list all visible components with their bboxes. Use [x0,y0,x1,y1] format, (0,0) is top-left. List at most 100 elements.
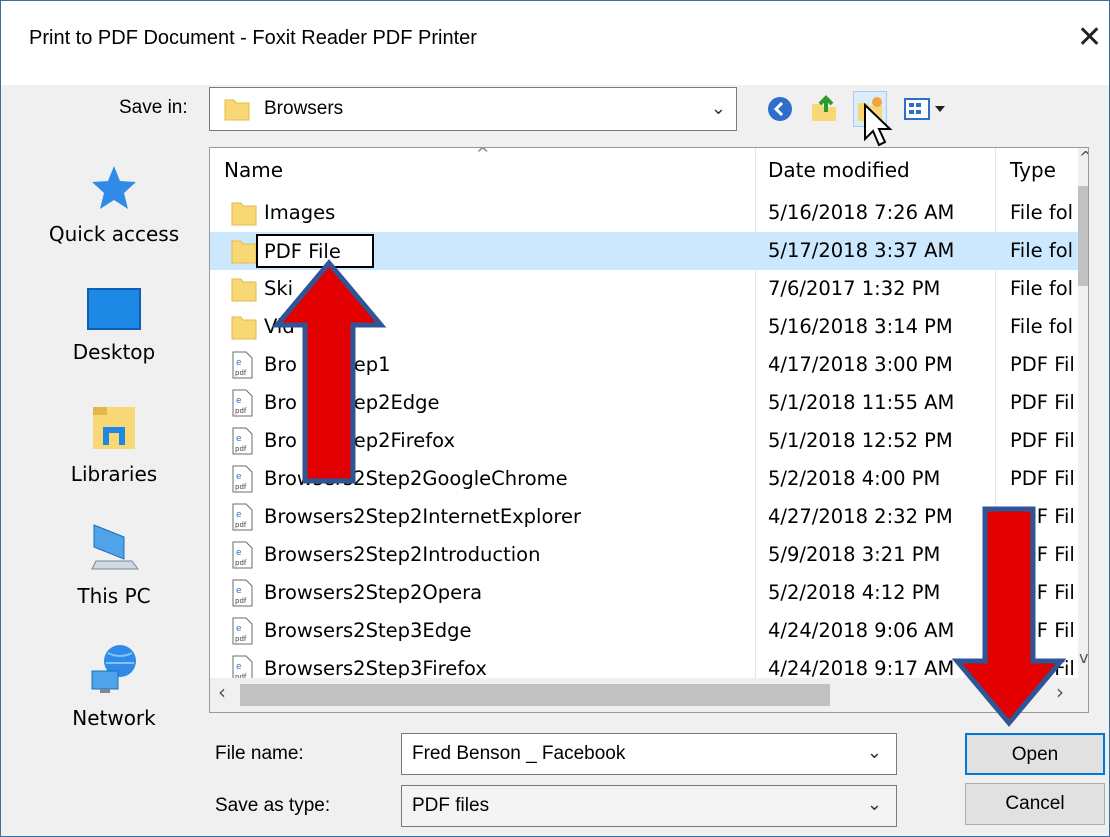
sort-up-icon: ^ [476,147,490,163]
svg-text:e: e [236,510,242,520]
file-name-label: File name: [215,743,304,764]
place-quick-access[interactable]: Quick access [29,163,199,246]
type-cell: PDF Fil [1010,391,1075,414]
place-network[interactable]: Network [29,641,199,730]
back-icon[interactable] [763,91,797,127]
date-cell: 5/1/2018 11:55 AM [768,391,955,414]
star-icon [29,163,199,218]
column-header-row: Name ^ Date modified Type [210,148,1070,192]
scroll-down-icon[interactable]: v [1079,648,1088,667]
date-cell: 5/9/2018 3:21 PM [768,543,941,566]
save-as-type-value: PDF files [412,795,490,816]
up-folder-icon[interactable] [807,91,841,127]
type-cell: PDF Fil [1010,353,1075,376]
save-as-type-select[interactable]: PDF files ⌄ [401,785,897,827]
places-bar: Quick access Desktop Libraries This PC N… [29,151,199,751]
libraries-icon [29,403,199,458]
column-date[interactable]: Date modified [768,158,910,182]
file-row[interactable]: e pdf Browsers2Step2Opera 5/2/2018 4:12 PM P… [210,574,1078,612]
folder-icon [230,313,258,345]
close-icon[interactable]: ✕ [1077,23,1102,53]
folder-icon [230,199,258,231]
place-this-pc[interactable]: This PC [29,521,199,608]
type-cell: File fol [1010,239,1074,262]
title-bar: Print to PDF Document - Foxit Reader PDF… [1,1,1109,85]
type-cell: File fol [1010,315,1074,338]
place-label: Desktop [72,340,156,364]
svg-text:pdf: pdf [235,445,247,453]
vertical-scroll-thumb[interactable] [1078,186,1088,286]
type-cell: PDF Fil [1010,429,1075,452]
vertical-scrollbar[interactable]: ^ v [1078,148,1088,678]
save-as-type-label: Save as type: [215,795,331,816]
svg-text:e: e [236,624,242,634]
folder-icon [230,237,258,269]
open-button[interactable]: Open [965,733,1105,775]
window-title: Print to PDF Document - Foxit Reader PDF… [29,27,477,49]
file-name-cell: Browsers2Step3Edge [264,619,472,642]
place-libraries[interactable]: Libraries [29,403,199,486]
column-type[interactable]: Type [1010,158,1056,182]
file-row[interactable]: e pdf Browsers2Step3Edge 4/24/2018 9:06 AM P… [210,612,1078,650]
save-in-value: Browsers [264,98,344,119]
column-name[interactable]: Name [224,158,283,182]
chevron-down-icon[interactable]: ⌄ [711,98,726,119]
chevron-down-icon[interactable]: ⌄ [867,742,882,763]
svg-text:e: e [236,434,242,444]
file-name-input[interactable]: Fred Benson _ Facebook ⌄ [401,733,897,775]
horizontal-scroll-thumb[interactable] [240,684,830,706]
network-icon [29,641,199,702]
file-name-cell: Browsers2Step3Firefox [264,657,487,680]
date-cell: 4/24/2018 9:06 AM [768,619,955,642]
place-label: This PC [77,584,151,608]
chevron-down-icon[interactable]: ⌄ [867,794,882,815]
scroll-up-icon[interactable]: ^ [1079,148,1088,167]
save-in-label: Save in: [119,97,188,118]
file-row[interactable]: e pdf Browsers2Step2InternetExplorer 4/27/2… [210,498,1078,536]
date-cell: 5/16/2018 3:14 PM [768,315,953,338]
mouse-cursor-icon [863,102,893,153]
svg-text:e: e [236,586,242,596]
folder-icon [230,275,258,307]
svg-text:e: e [236,548,242,558]
svg-text:pdf: pdf [235,369,247,377]
file-name-cell: Browsers2Step2Opera [264,581,483,604]
save-in-dropdown[interactable]: Browsers ⌄ [209,87,737,131]
pdf-file-icon: e pdf [230,617,254,649]
type-cell: File fol [1010,201,1074,224]
place-desktop[interactable]: Desktop [29,287,199,364]
svg-text:pdf: pdf [235,559,247,567]
pdf-file-icon: e pdf [230,465,254,497]
pdf-file-icon: e pdf [230,541,254,573]
scroll-left-icon[interactable]: ‹ [218,680,226,704]
place-label: Network [72,706,156,730]
date-cell: 5/2/2018 4:12 PM [768,581,941,604]
svg-text:pdf: pdf [235,483,247,491]
date-cell: 5/16/2018 7:26 AM [768,201,955,224]
file-name-cell: Images [264,201,336,224]
pdf-file-icon: e pdf [230,351,254,383]
date-cell: 5/2/2018 4:00 PM [768,467,941,490]
file-name-cell: Browsers2Step2InternetExplorer [264,505,582,528]
cancel-button[interactable]: Cancel [965,783,1105,825]
date-cell: 4/17/2018 3:00 PM [768,353,953,376]
pdf-file-icon: e pdf [230,389,254,421]
file-name-cell: Browsers2Step2Introduction [264,543,541,566]
folder-icon [224,97,250,125]
svg-text:e: e [236,662,242,672]
type-cell: PDF Fil [1010,467,1075,490]
file-row[interactable]: e pdf Browsers2Step2Introduction 5/9/2018 3… [210,536,1078,574]
computer-icon [29,521,199,580]
svg-text:pdf: pdf [235,521,247,529]
pdf-file-icon: e pdf [230,427,254,459]
svg-text:pdf: pdf [235,635,247,643]
svg-text:e: e [236,358,242,368]
file-row[interactable]: Images 5/16/2018 7:26 AM File fol [210,194,1078,232]
place-label: Libraries [70,462,158,486]
svg-text:e: e [236,396,242,406]
svg-text:pdf: pdf [235,407,247,415]
annotation-arrow-up [271,259,387,484]
file-name-value: Fred Benson _ Facebook [412,743,626,764]
date-cell: 4/24/2018 9:17 AM [768,657,955,680]
view-menu-icon[interactable] [901,91,953,127]
